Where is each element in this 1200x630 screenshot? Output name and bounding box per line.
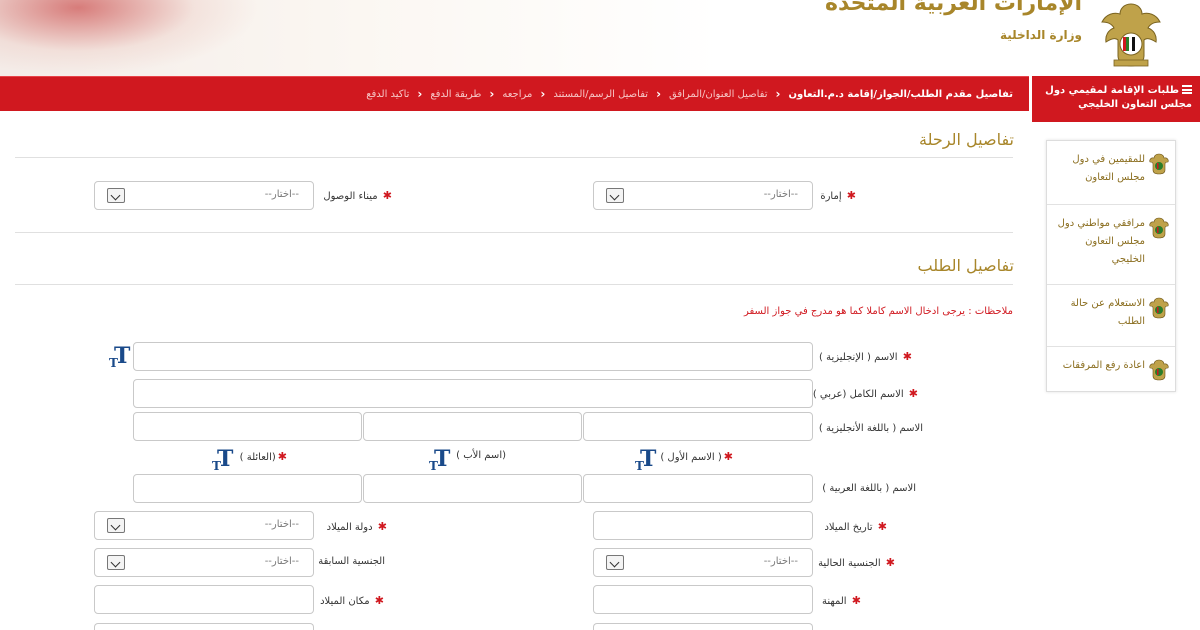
- chevron-down-icon: [107, 555, 125, 570]
- emblem-icon: [1149, 297, 1169, 319]
- sidebar-item-label: الاستعلام عن حالة الطلب: [1070, 298, 1145, 327]
- name-in-arabic-label: الاسم ( باللغة العربية ): [822, 483, 916, 494]
- full-name-arabic-label: ✱ الاسم الكامل (عربي ): [812, 387, 918, 400]
- father-name-label: (اسم الأب ): [456, 450, 506, 461]
- name-english-input[interactable]: [133, 342, 813, 371]
- request-section-title: تفاصيل الطلب: [917, 256, 1015, 275]
- sidebar-item-label: مرافقي مواطني دول مجلس التعاون الخليجي: [1057, 218, 1145, 265]
- sidebar-menu: للمقيمين في دول مجلس التعاون مرافقي مواط…: [1046, 140, 1176, 392]
- father-name-arabic-input[interactable]: [363, 474, 582, 503]
- required-star-icon: ✱: [377, 520, 387, 533]
- chevron-left-icon: ‹: [540, 87, 546, 101]
- sidebar-item-status-inquiry[interactable]: الاستعلام عن حالة الطلب: [1047, 285, 1175, 347]
- header-title: الإمارات العربية المتحدة: [824, 0, 1082, 16]
- required-star-icon: ✱: [902, 350, 912, 363]
- divider: [15, 232, 1013, 233]
- next-row-select-right[interactable]: [593, 623, 813, 630]
- arrival-port-label: ✱ ميناء الوصول: [323, 189, 392, 202]
- father-name-english-input[interactable]: [363, 412, 582, 441]
- first-name-arabic-input[interactable]: [583, 474, 813, 503]
- chevron-down-icon: [606, 555, 624, 570]
- site-header: الإمارات العربية المتحدة وزارة الداخلية: [0, 0, 1200, 76]
- step-applicant-details[interactable]: تفاصيل مقدم الطلب/الجواز/إقامة د.م.التعا…: [768, 87, 1013, 101]
- previous-nationality-label: الجنسية السابقة: [318, 556, 385, 567]
- flag-background: [0, 0, 260, 76]
- step-payment-confirm[interactable]: تاكيد الدفع: [366, 89, 409, 100]
- name-english-label: ✱ الاسم ( الإنجليزية ): [819, 350, 912, 363]
- sidebar-header: طلبات الإقامة لمقيمي دول مجلس التعاون ال…: [1032, 76, 1200, 122]
- step-review[interactable]: مراجعه ‹: [481, 87, 532, 101]
- virtual-keyboard-icon[interactable]: TT: [635, 448, 656, 472]
- name-in-english-label: الاسم ( باللغة الأنجليزية ): [818, 423, 923, 434]
- birth-date-input[interactable]: [593, 511, 813, 540]
- current-nationality-select[interactable]: --اختار--: [593, 548, 813, 577]
- step-address-details[interactable]: تفاصيل العنوان/المرافق ‹: [648, 87, 767, 101]
- birth-place-input[interactable]: [94, 585, 314, 614]
- wizard-steps-bar: تفاصيل مقدم الطلب/الجواز/إقامة د.م.التعا…: [0, 76, 1029, 111]
- sidebar-item-label: للمقيمين في دول مجلس التعاون: [1072, 154, 1145, 183]
- trip-section-title: تفاصيل الرحلة: [919, 130, 1014, 149]
- birth-country-select[interactable]: --اختار--: [94, 511, 314, 540]
- profession-input[interactable]: [593, 585, 813, 614]
- required-star-icon: ✱: [877, 520, 887, 533]
- previous-nationality-select[interactable]: --اختار--: [94, 548, 314, 577]
- profession-label: ✱ المهنة: [821, 594, 861, 607]
- virtual-keyboard-icon[interactable]: TT: [212, 448, 233, 472]
- birth-place-label: ✱ مكان الميلاد: [320, 594, 384, 607]
- required-star-icon: ✱: [851, 594, 861, 607]
- required-star-icon: ✱: [277, 450, 287, 463]
- chevron-left-icon: ‹: [656, 87, 662, 101]
- header-subtitle: وزارة الداخلية: [999, 28, 1082, 42]
- step-payment-method[interactable]: طريقة الدفع ‹: [409, 87, 481, 101]
- emblem-icon: [1149, 153, 1169, 175]
- required-star-icon: ✱: [846, 189, 856, 202]
- chevron-left-icon: ‹: [417, 87, 423, 101]
- arrival-port-select[interactable]: --اختار--: [94, 181, 314, 210]
- chevron-down-icon: [606, 188, 624, 203]
- sidebar-item-gcc-companions[interactable]: مرافقي مواطني دول مجلس التعاون الخليجي: [1047, 205, 1175, 285]
- first-name-english-input[interactable]: [583, 412, 813, 441]
- family-name-arabic-input[interactable]: [133, 474, 362, 503]
- chevron-left-icon: ‹: [489, 87, 495, 101]
- virtual-keyboard-icon[interactable]: TT: [109, 345, 130, 369]
- sidebar-item-gcc-residents[interactable]: للمقيمين في دول مجلس التعاون: [1047, 141, 1175, 205]
- virtual-keyboard-icon[interactable]: TT: [429, 448, 450, 472]
- uae-emblem-icon: [1101, 3, 1161, 67]
- birth-date-label: ✱ تاريخ الميلاد: [824, 520, 887, 533]
- divider: [15, 157, 1013, 158]
- sidebar-item-label: اعادة رفع المرفقات: [1062, 360, 1145, 371]
- required-star-icon: ✱: [374, 594, 384, 607]
- emirate-label: ✱ إمارة: [820, 189, 856, 202]
- required-star-icon: ✱: [885, 556, 895, 569]
- full-name-arabic-input[interactable]: [133, 379, 813, 408]
- emblem-icon: [1149, 359, 1169, 381]
- note-text: ملاحظات : يرجى ادخال الاسم كاملا كما هو …: [743, 306, 1013, 317]
- menu-list-icon: [1182, 85, 1192, 94]
- current-nationality-label: ✱ الجنسية الحالية: [818, 556, 895, 569]
- family-name-label: ✱(العائلة ): [239, 450, 287, 463]
- sidebar-title: طلبات الإقامة لمقيمي دول مجلس التعاون ال…: [1045, 85, 1192, 110]
- birth-country-label: ✱ دولة الميلاد: [326, 520, 387, 533]
- emblem-icon: [1149, 217, 1169, 239]
- sidebar-item-reupload[interactable]: اعادة رفع المرفقات: [1047, 347, 1175, 391]
- required-star-icon: ✱: [908, 387, 918, 400]
- required-star-icon: ✱: [723, 450, 733, 463]
- chevron-down-icon: [107, 518, 125, 533]
- divider: [15, 284, 1013, 285]
- required-star-icon: ✱: [382, 189, 392, 202]
- chevron-left-icon: ‹: [775, 87, 781, 101]
- chevron-down-icon: [107, 188, 125, 203]
- step-fee-details[interactable]: تفاصيل الرسم/المستند ‹: [532, 87, 648, 101]
- first-name-label: ✱( الاسم الأول ): [660, 450, 733, 463]
- emirate-select[interactable]: --اختار--: [593, 181, 813, 210]
- family-name-english-input[interactable]: [133, 412, 362, 441]
- next-row-select-left[interactable]: [94, 623, 314, 630]
